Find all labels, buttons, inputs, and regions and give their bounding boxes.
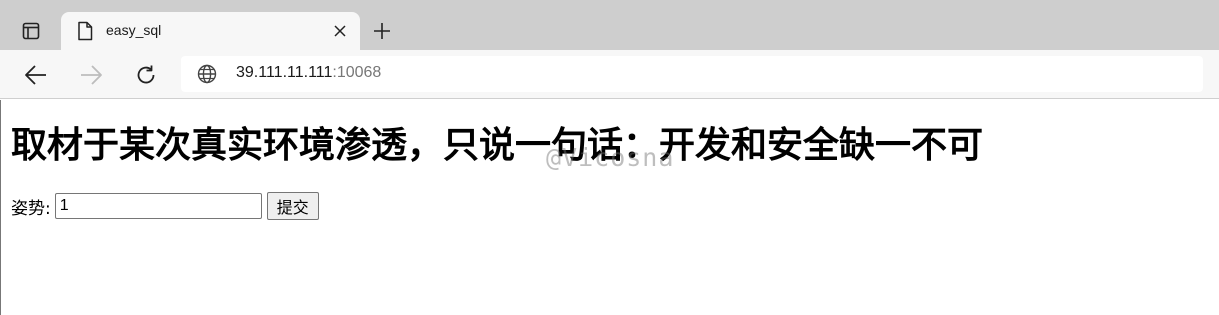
url-text: 39.111.11.111:10068 [236, 64, 381, 82]
forward-arrow-icon [81, 65, 102, 85]
globe-icon [197, 64, 217, 84]
refresh-button[interactable] [131, 60, 161, 90]
tab-title: easy_sql [106, 22, 162, 38]
tab-close-button[interactable] [330, 21, 350, 41]
tab-active[interactable]: easy_sql [61, 12, 360, 50]
back-arrow-icon [25, 65, 46, 85]
page-content: 取材于某次真实环境渗透，只说一句话：开发和安全缺一不可 @Vicosna 姿势:… [0, 100, 1219, 315]
query-input[interactable] [54, 193, 262, 219]
tab-strip: easy_sql [0, 0, 1219, 50]
input-label: 姿势: [11, 198, 51, 219]
tab-actions-button[interactable] [12, 12, 50, 50]
forward-button[interactable] [76, 60, 106, 90]
back-button[interactable] [21, 60, 51, 90]
url-port: :10068 [332, 64, 382, 81]
url-host: 39.111.11.111 [236, 64, 333, 81]
submit-button[interactable]: 提交 [266, 192, 319, 220]
tab-actions-icon [22, 22, 40, 40]
close-icon [334, 25, 346, 37]
page-heading: 取材于某次真实环境渗透，只说一句话：开发和安全缺一不可 [11, 125, 984, 166]
plus-icon [374, 23, 390, 39]
toolbar: 39.111.11.111:10068 [0, 50, 1219, 99]
query-form: 姿势: 提交 [11, 192, 319, 220]
new-tab-button[interactable] [368, 17, 396, 45]
watermark-text: @Vicosna [546, 143, 675, 172]
address-bar[interactable]: 39.111.11.111:10068 [181, 56, 1203, 92]
page-icon [78, 21, 93, 41]
refresh-icon [137, 65, 155, 84]
